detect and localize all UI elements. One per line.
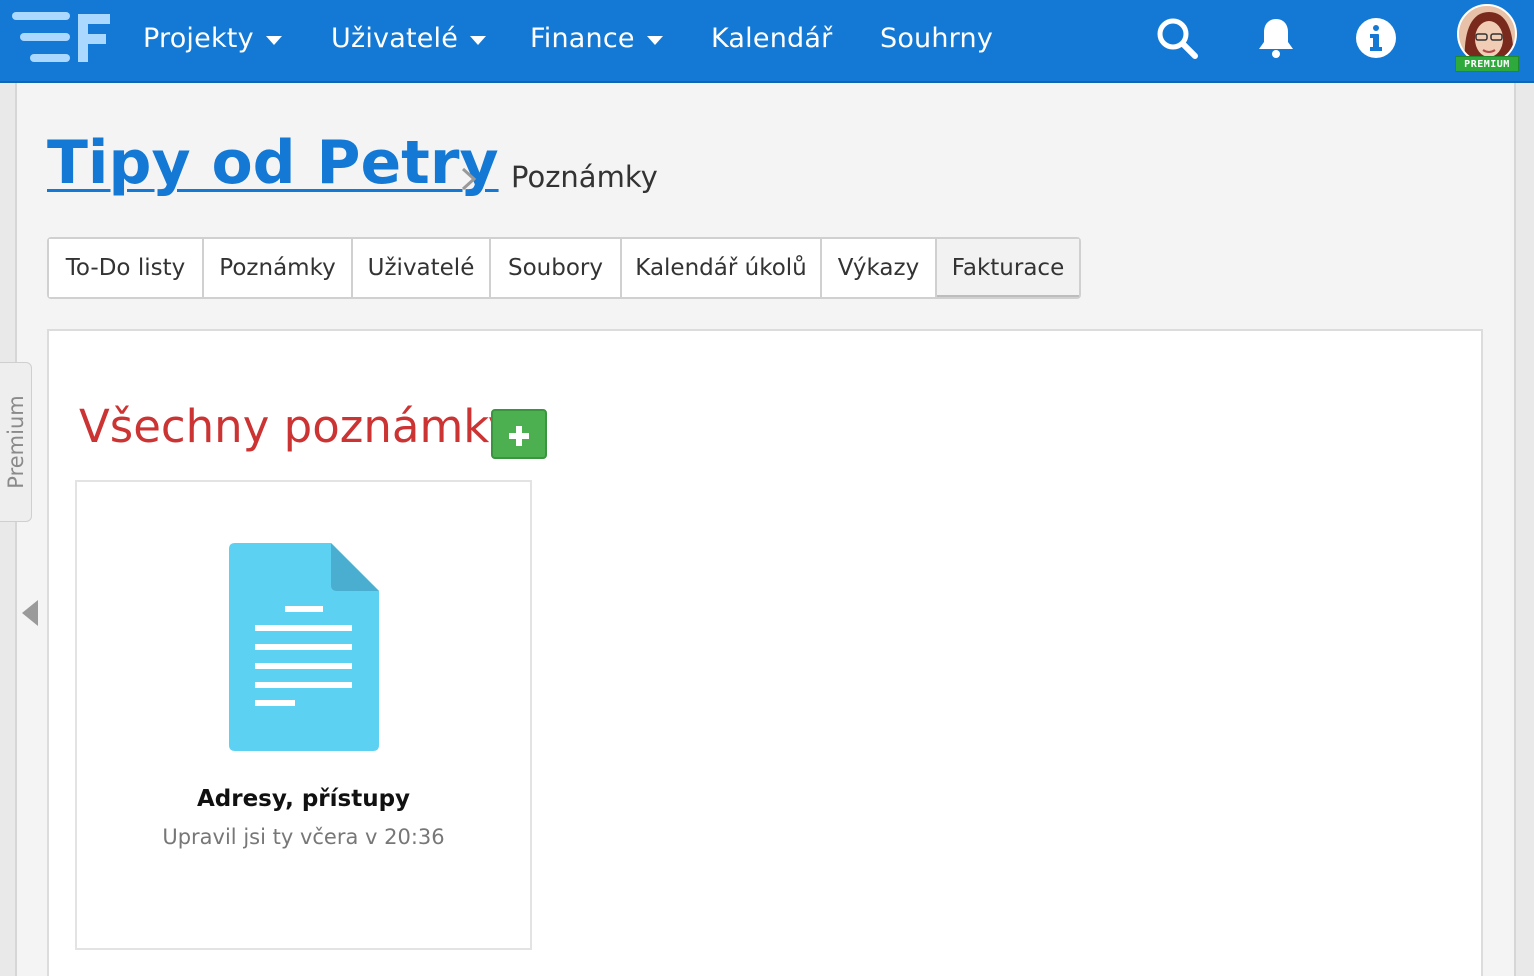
section-title: Všechny poznámky [79,400,515,453]
tab-label: Výkazy [837,255,920,281]
nav-souhrny[interactable]: Souhrny [880,0,993,76]
nav-kalendar[interactable]: Kalendář [711,0,832,76]
nav-uzivatele-label: Uživatelé [331,22,459,54]
premium-side-tab-label: Premium [3,395,28,489]
user-avatar[interactable]: PREMIUM [1455,4,1519,74]
document-icon [229,543,379,751]
avatar-photo [1457,4,1517,64]
nav-uzivatele[interactable]: Uživatelé [331,0,487,76]
tab-soubory[interactable]: Soubory [491,239,622,297]
chevron-down-icon [470,35,487,45]
chevron-down-icon [646,35,663,45]
tab-uzivatele[interactable]: Uživatelé [353,239,491,297]
add-note-button[interactable] [491,409,547,459]
chevron-right-icon [461,167,477,191]
nav-finance-label: Finance [530,22,635,54]
premium-badge: PREMIUM [1455,56,1519,72]
premium-side-tab[interactable]: Premium [0,362,32,522]
search-icon[interactable] [1154,15,1200,61]
tab-label: Uživatelé [367,255,475,281]
tab-label: Soubory [508,255,603,281]
breadcrumb-current: Poznámky [511,160,658,194]
tab-poznamky[interactable]: Poznámky [204,239,353,297]
nav-finance[interactable]: Finance [530,0,663,76]
collapse-arrow-icon[interactable] [22,600,38,626]
chevron-down-icon [265,35,282,45]
nav-projekty[interactable]: Projekty [143,0,282,76]
tab-fakturace[interactable]: Fakturace [937,239,1079,297]
note-title: Adresy, přístupy [196,786,411,812]
top-navigation-bar: Projekty Uživatelé Finance Kalendář Souh… [0,0,1534,83]
note-card[interactable]: Adresy, přístupy Upravil jsi ty včera v … [75,480,532,950]
tab-label: Kalendář úkolů [635,255,807,281]
tab-label: To-Do listy [65,255,186,281]
breadcrumb-project-link[interactable]: Tipy od Petry [47,128,499,198]
tab-kalendar-ukolu[interactable]: Kalendář úkolů [622,239,822,297]
tab-label: Poznámky [219,255,336,281]
app-logo-icon[interactable] [12,12,112,64]
tab-label: Fakturace [951,255,1065,281]
note-meta: Upravil jsi ty včera v 20:36 [162,825,445,849]
tab-todo-listy[interactable]: To-Do listy [49,239,204,297]
nav-kalendar-label: Kalendář [711,22,833,54]
bell-icon[interactable] [1253,15,1299,61]
nav-projekty-label: Projekty [143,22,254,54]
tab-vykazy[interactable]: Výkazy [822,239,937,297]
nav-souhrny-label: Souhrny [880,22,993,54]
project-tabs: To-Do listy Poznámky Uživatelé Soubory K… [47,237,1081,299]
info-icon[interactable] [1353,15,1399,61]
